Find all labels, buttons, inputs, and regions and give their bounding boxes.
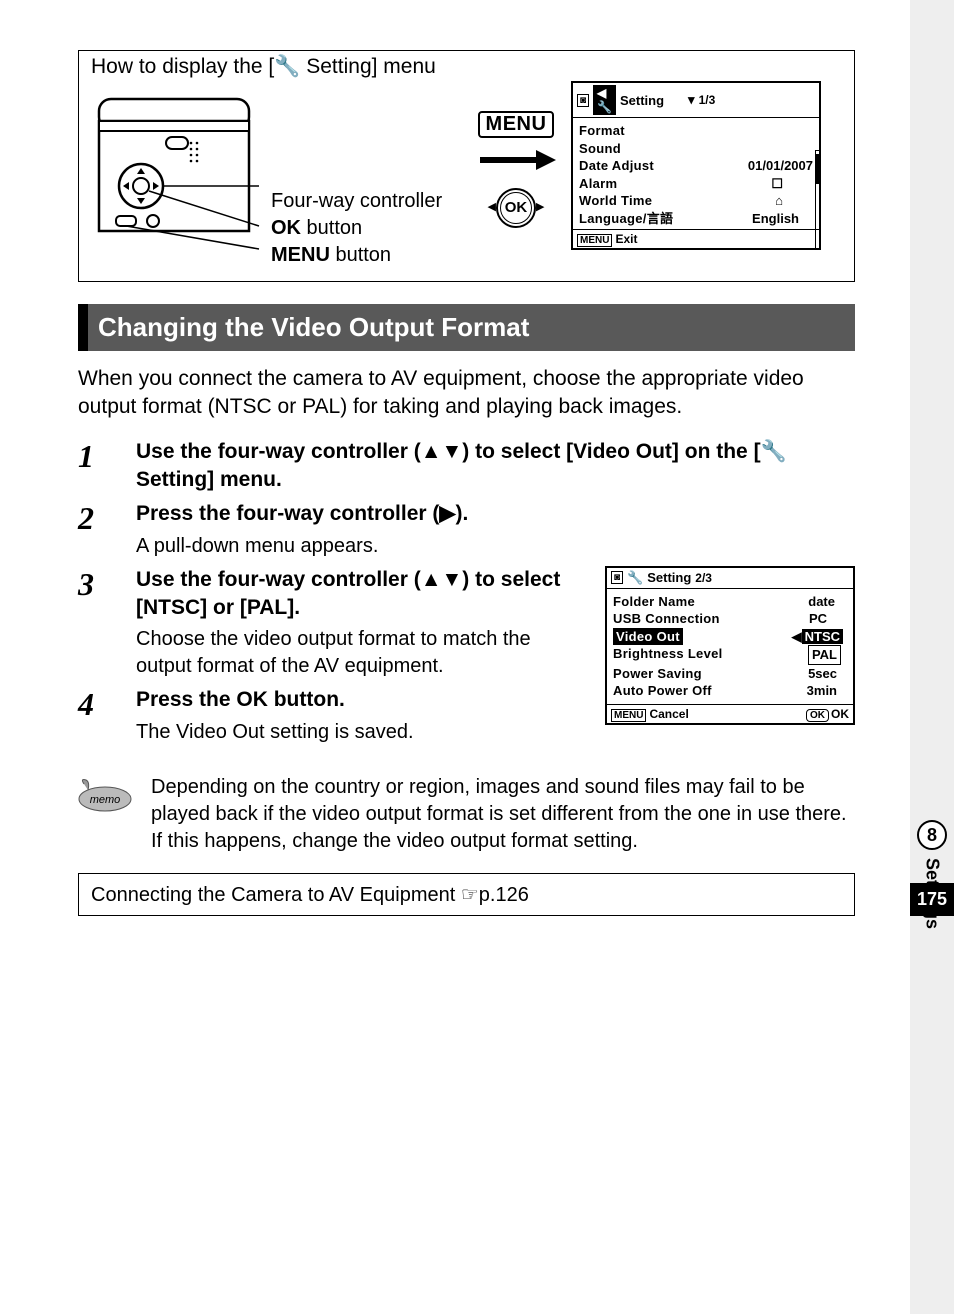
- ok-mark-icon: OK: [806, 709, 829, 722]
- step-number: 3: [78, 566, 112, 603]
- right-triangle-icon: ▶: [536, 201, 544, 213]
- lcd-row: Power Saving5sec: [613, 665, 847, 683]
- lcd-row: Alarm☐: [579, 175, 813, 193]
- label-ok-button: OK button: [271, 217, 461, 240]
- section-heading: Changing the Video Output Format: [78, 304, 855, 351]
- camera-mode-icon: ◙: [577, 94, 589, 107]
- camera-mode-icon: ◙: [611, 571, 623, 584]
- howto-display-box: How to display the [🔧 Setting] menu: [78, 50, 855, 282]
- lcd-row: USB ConnectionPC: [613, 610, 847, 628]
- menu-mark-icon: MENU: [577, 234, 612, 247]
- reference-text: Connecting the Camera to AV Equipment ☞p…: [91, 884, 529, 906]
- step-subtext: A pull-down menu appears.: [136, 533, 855, 560]
- menu-mark-icon: MENU: [611, 709, 646, 722]
- lcd2-footer: MENUCancel OKOK: [607, 704, 853, 723]
- lcd-row: Auto Power Off3min: [613, 682, 847, 700]
- memo-text: Depending on the country or region, imag…: [151, 774, 855, 855]
- step-number: 2: [78, 500, 112, 537]
- svg-text:memo: memo: [90, 794, 121, 806]
- camera-diagram: [91, 81, 261, 257]
- intro-paragraph: When you connect the camera to AV equipm…: [78, 365, 855, 422]
- lcd-screen-2: ◙ 🔧 Setting 2/3 Folder Namedate USB Conn…: [605, 566, 855, 725]
- lcd2-title: Setting: [647, 570, 691, 585]
- menu-ok-column: MENU ◀OK▶: [471, 81, 561, 228]
- step-2: 2 Press the four-way controller (▶). A p…: [78, 500, 855, 559]
- lcd2-page: 2/3: [695, 571, 849, 585]
- step-title: Press the four-way controller (▶).: [136, 500, 855, 528]
- page-number: 175: [910, 883, 954, 916]
- tool-icon: 🔧: [627, 570, 643, 586]
- step-4: 4 Press the OK button. The Video Out set…: [78, 686, 589, 745]
- lcd-row: Folder Namedate: [613, 593, 847, 611]
- lcd-row: Date Adjust01/01/2007: [579, 157, 813, 175]
- arrow-right-icon: [471, 148, 561, 178]
- lcd-row: Format: [579, 122, 813, 140]
- step-1: 1 Use the four-way controller (▲▼) to se…: [78, 438, 855, 495]
- label-fourway: Four-way controller: [271, 190, 461, 213]
- side-gutter: [910, 0, 954, 1314]
- lcd1-title: Setting: [620, 93, 664, 108]
- chapter-number-badge: 8: [917, 820, 947, 850]
- step-subtext: The Video Out setting is saved.: [136, 719, 589, 746]
- lcd-screen-1: ◙ ◀🔧 Setting ▾ 1/3 Format Sound Date Adj…: [571, 81, 821, 250]
- step-3: 3 Use the four-way controller (▲▼) to se…: [78, 566, 589, 681]
- lcd-row: World Time⌂: [579, 192, 813, 210]
- memo-box: memo Depending on the country or region,…: [78, 774, 855, 855]
- howto-title: How to display the [🔧 Setting] menu: [91, 55, 846, 79]
- menu-button-icon: MENU: [478, 111, 555, 138]
- lcd2-header: ◙ 🔧 Setting 2/3: [607, 568, 853, 589]
- step-title: Press the OK button.: [136, 686, 589, 714]
- ok-button-icon: OK: [496, 188, 536, 228]
- step-subtext: Choose the video output format to match …: [136, 626, 589, 680]
- lcd-row: Language/言語English: [579, 210, 813, 228]
- step-title: Use the four-way controller (▲▼) to sele…: [136, 566, 589, 623]
- lcd1-footer: MENUExit: [573, 229, 819, 248]
- memo-icon: memo: [78, 774, 133, 855]
- lcd-row-selected: Video Out◀NTSC: [613, 628, 847, 646]
- tool-tab-icon: ◀🔧: [593, 85, 616, 115]
- left-triangle-icon: ◀: [488, 201, 496, 213]
- scrollbar-icon: [815, 150, 821, 250]
- reference-box: Connecting the Camera to AV Equipment ☞p…: [78, 873, 855, 916]
- step-number: 4: [78, 686, 112, 723]
- step-number: 1: [78, 438, 112, 475]
- lcd1-page: 1/3: [699, 93, 815, 107]
- camera-labels: Four-way controller OK button MENU butto…: [271, 81, 461, 271]
- lcd-row: Sound: [579, 140, 813, 158]
- lcd-row: Brightness LevelPAL: [613, 645, 847, 665]
- lcd1-header: ◙ ◀🔧 Setting ▾ 1/3: [573, 83, 819, 118]
- step-title: Use the four-way controller (▲▼) to sele…: [136, 438, 855, 495]
- label-menu-button: MENU button: [271, 244, 461, 267]
- down-triangle-icon: ▾: [688, 92, 695, 108]
